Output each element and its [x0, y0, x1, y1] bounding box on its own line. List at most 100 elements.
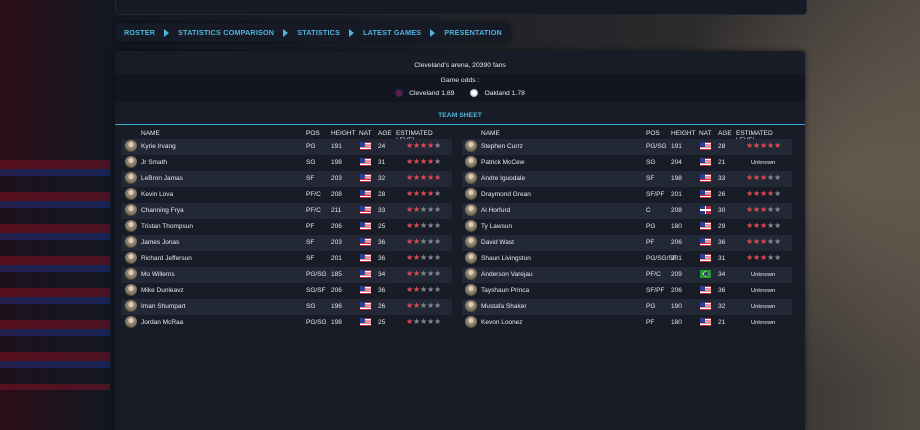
player-name[interactable]: Jordan McRaa [141, 319, 183, 326]
nationality-flag-icon [700, 174, 711, 182]
player-height: 206 [331, 223, 342, 230]
estimated-level-stars: ★★★★★ [746, 141, 781, 150]
player-name[interactable]: Kyrie Irvang [141, 143, 176, 150]
player-row[interactable]: Kyrie Irvang PG 191 24 ★★★★★ [122, 139, 452, 155]
player-row[interactable]: Shaun Livingstun PG/SG/SF 201 31 ★★★★★ [462, 251, 792, 267]
player-row[interactable]: Tayshaun Princa SF/PF 206 36 Unknown [462, 283, 792, 299]
player-name[interactable]: Tristan Thompsun [141, 223, 193, 230]
home-team-sheet: NAME POS HEIGHT NAT AGE ESTIMATED LEVEL … [122, 129, 452, 331]
player-row[interactable]: Channing Frya PF/C 211 33 ★★★★★ [122, 203, 452, 219]
player-age: 31 [718, 255, 726, 262]
player-name[interactable]: Tayshaun Princa [481, 287, 529, 294]
nationality-flag-icon [700, 238, 711, 246]
player-row[interactable]: Al Horfurd C 208 30 ★★★★★ [462, 203, 792, 219]
player-row[interactable]: Richard Jeffersun SF 201 36 ★★★★★ [122, 251, 452, 267]
player-name[interactable]: Shaun Livingstun [481, 255, 531, 262]
nav-statistics-comparison[interactable]: STATISTICS COMPARISON [178, 28, 274, 37]
player-name[interactable]: David Wast [481, 239, 514, 246]
player-name[interactable]: Stephen Currz [481, 143, 523, 150]
away-team-sheet: NAME POS HEIGHT NAT AGE ESTIMATED LEVEL … [462, 129, 792, 331]
star-icon: ★ [766, 237, 774, 246]
star-icon: ★ [752, 189, 760, 198]
nav-roster[interactable]: ROSTER [124, 28, 155, 37]
player-name[interactable]: Andre Iguodale [481, 175, 525, 182]
player-avatar [465, 220, 477, 232]
player-name[interactable]: Patrick McCew [481, 159, 524, 166]
player-height: 185 [331, 271, 342, 278]
star-icon: ★ [433, 253, 441, 262]
player-name[interactable]: Jr Smath [141, 159, 167, 166]
player-height: 198 [331, 159, 342, 166]
star-icon: ★ [412, 285, 420, 294]
star-icon: ★ [406, 189, 413, 198]
player-name[interactable]: Mo Willems [141, 271, 175, 278]
player-row[interactable]: Ty Lawsun PG 180 29 ★★★★★ [462, 219, 792, 235]
star-icon: ★ [746, 173, 753, 182]
player-name[interactable]: Anderson Varejau [481, 271, 533, 278]
presentation-panel: Cleveland's arena, 20390 fans Game odds … [115, 51, 805, 430]
player-name[interactable]: Channing Frya [141, 207, 184, 214]
nav-separator-icon [349, 28, 355, 37]
star-icon: ★ [759, 253, 767, 262]
player-age: 36 [378, 255, 386, 262]
estimated-level-stars: ★★★★★ [406, 285, 441, 294]
player-height: 204 [671, 159, 682, 166]
player-name[interactable]: Ty Lawsun [481, 223, 512, 230]
player-position: PG/SG [306, 271, 327, 278]
player-name[interactable]: Mike Dunleavz [141, 287, 184, 294]
nav-presentation[interactable]: PRESENTATION [444, 28, 502, 37]
nav-statistics[interactable]: STATISTICS [297, 28, 340, 37]
player-row[interactable]: Kevin Lova PF/C 208 28 ★★★★★ [122, 187, 452, 203]
star-icon: ★ [746, 253, 753, 262]
star-icon: ★ [412, 189, 420, 198]
star-icon: ★ [406, 141, 413, 150]
nationality-flag-icon [360, 302, 371, 310]
player-name[interactable]: Mustafa Shaker [481, 303, 527, 310]
player-position: PF [306, 223, 315, 230]
star-icon: ★ [412, 221, 420, 230]
player-row[interactable]: LeBron Jamas SF 203 32 ★★★★★ [122, 171, 452, 187]
player-position: PF/C [306, 191, 321, 198]
player-row[interactable]: Mo Willems PG/SG 185 34 ★★★★★ [122, 267, 452, 283]
nationality-flag-icon [360, 142, 371, 150]
player-row[interactable]: Tristan Thompsun PF 206 25 ★★★★★ [122, 219, 452, 235]
player-row[interactable]: James Jonas SF 203 36 ★★★★★ [122, 235, 452, 251]
player-row[interactable]: Jordan McRaa PG/SG 198 25 ★★★★★ [122, 315, 452, 331]
nav-latest-games[interactable]: LATEST GAMES [363, 28, 421, 37]
player-name[interactable]: Iman Shumpart [141, 303, 185, 310]
player-name[interactable]: Richard Jeffersun [141, 255, 192, 262]
star-icon: ★ [752, 141, 760, 150]
estimated-level-stars: ★★★★★ [406, 269, 441, 278]
nationality-flag-icon [360, 238, 371, 246]
player-row[interactable]: Anderson Varejau PF/C 209 34 Unknown [462, 267, 792, 283]
player-name[interactable]: Al Horfurd [481, 207, 510, 214]
player-row[interactable]: Patrick McCew SG 204 21 Unknown [462, 155, 792, 171]
nationality-flag-icon [360, 174, 371, 182]
player-height: 206 [331, 287, 342, 294]
player-position: PF/C [646, 271, 661, 278]
player-row[interactable]: Iman Shumpart SG 196 26 ★★★★★ [122, 299, 452, 315]
player-height: 198 [671, 175, 682, 182]
star-icon: ★ [759, 205, 767, 214]
player-name[interactable]: Draymond Grean [481, 191, 531, 198]
player-row[interactable]: David Wast PF 206 36 ★★★★★ [462, 235, 792, 251]
player-name[interactable]: Kevin Lova [141, 191, 173, 198]
player-row[interactable]: Draymond Grean SF/PF 201 26 ★★★★★ [462, 187, 792, 203]
star-icon: ★ [412, 205, 420, 214]
star-icon: ★ [766, 141, 774, 150]
player-name[interactable]: Kevon Loonez [481, 319, 523, 326]
player-row[interactable]: Kevon Loonez PF 180 21 Unknown [462, 315, 792, 331]
star-icon: ★ [773, 237, 781, 246]
player-row[interactable]: Mustafa Shaker PG 190 32 Unknown [462, 299, 792, 315]
cleveland-logo-icon [395, 89, 404, 97]
player-name[interactable]: James Jonas [141, 239, 179, 246]
player-position: SF [306, 255, 315, 262]
player-name[interactable]: LeBron Jamas [141, 175, 183, 182]
player-row[interactable]: Jr Smath SG 198 31 ★★★★★ [122, 155, 452, 171]
player-row[interactable]: Andre Iguodale SF 198 33 ★★★★★ [462, 171, 792, 187]
nationality-flag-icon [700, 270, 711, 278]
player-row[interactable]: Mike Dunleavz SG/SF 206 36 ★★★★★ [122, 283, 452, 299]
player-age: 36 [718, 287, 726, 294]
player-avatar [125, 300, 137, 312]
player-row[interactable]: Stephen Currz PG/SG 191 28 ★★★★★ [462, 139, 792, 155]
